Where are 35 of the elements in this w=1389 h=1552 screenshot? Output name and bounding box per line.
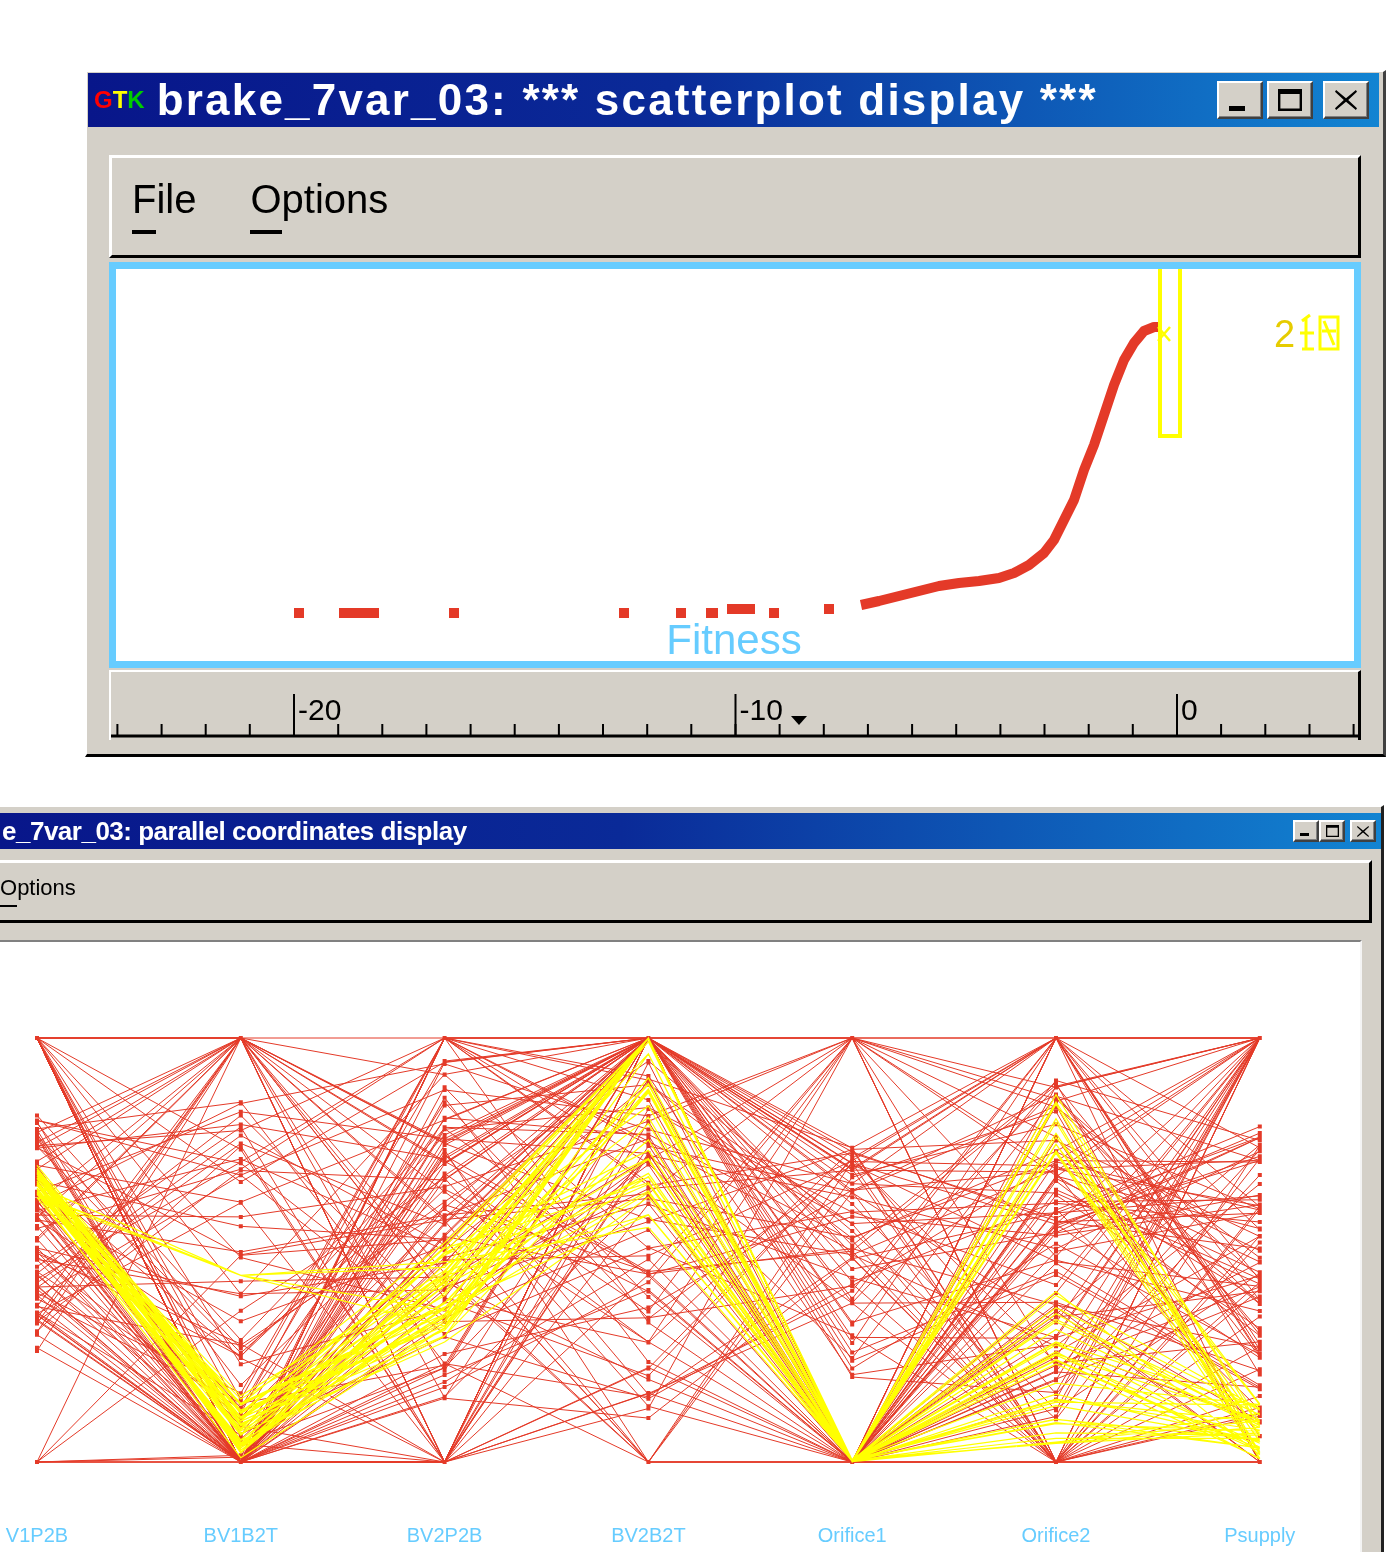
menu-item[interactable]: Options [0,875,76,911]
window-title: brake_7var_03: *** scatterplot display *** [156,78,1098,122]
tick-label: -10 [739,693,783,726]
axis-label: Orifice2 [1021,1524,1091,1546]
triangle-marker-icon[interactable] [791,716,807,725]
logo-letter: G [94,88,113,112]
close-icon [1335,90,1357,110]
tick-label: 0 [1181,693,1198,726]
axis-label: BV2P2B [406,1524,483,1546]
axis-label: Psupply [1224,1524,1296,1546]
menu-item[interactable]: Options [250,176,389,242]
minimize-icon [1299,833,1309,836]
close-button[interactable] [1350,820,1376,842]
close-button[interactable] [1323,81,1369,119]
highlighted-point [1156,325,1172,343]
minimize-button[interactable] [1217,81,1263,119]
logo-letter: T [112,88,128,112]
maximize-button[interactable] [1267,81,1313,119]
axis-label: BV2B2T [611,1524,686,1546]
minimize-button[interactable] [1293,820,1319,842]
maximize-icon [1325,825,1339,837]
close-icon [1357,825,1369,837]
garbled-glyphs-icon [1298,313,1340,351]
point-label: 2 [1274,313,1296,355]
variable-label: Fitness [666,616,802,661]
logo-letter: K [127,88,145,112]
axis-label: BV1B2T [203,1524,279,1546]
maximize-button[interactable] [1319,820,1345,842]
tick-label: -20 [298,693,342,726]
axis-label: V1P2B [5,1524,69,1546]
menu-item[interactable]: File [132,176,197,242]
minimize-icon [1229,106,1245,111]
axis-label: Orifice1 [817,1524,887,1546]
maximize-icon [1278,89,1302,111]
window-title: e_7var_03: parallel coordinates display [1,818,467,844]
